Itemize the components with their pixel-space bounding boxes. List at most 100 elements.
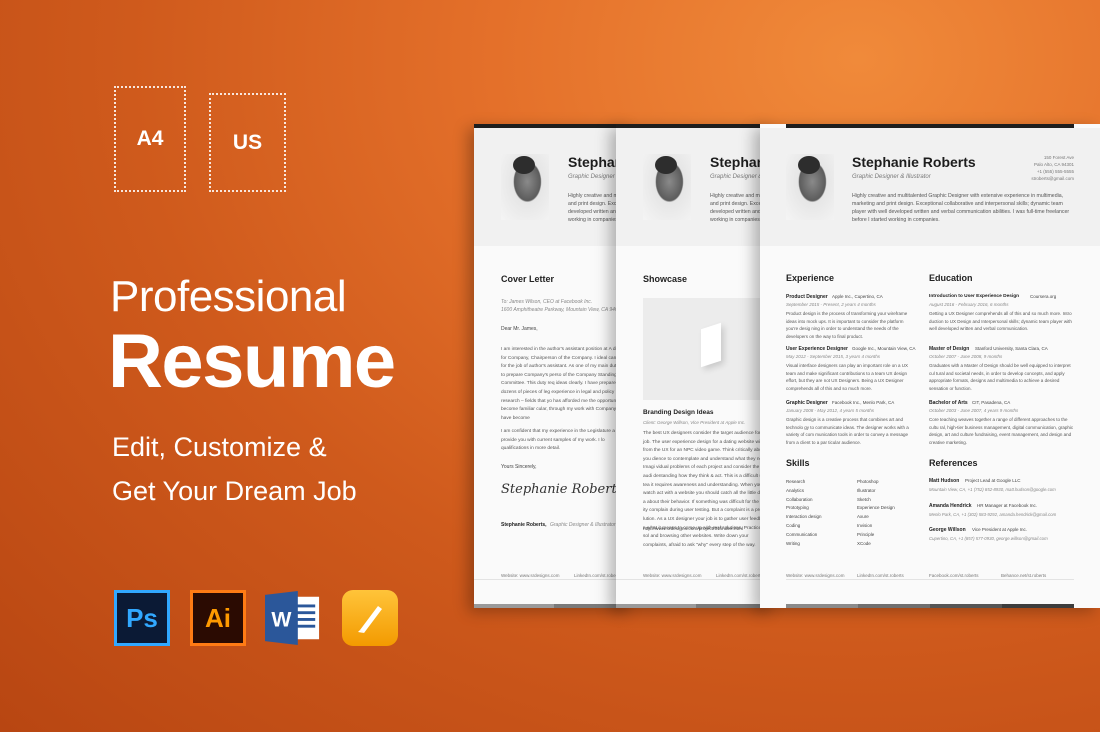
job-description: Visual interface designers can play an i…	[786, 363, 908, 391]
tagline-line-1: Edit, Customize &	[112, 432, 327, 462]
degree-title: Master of Design	[929, 346, 970, 352]
color-swatch	[474, 604, 554, 608]
footer-linkedin: LinkedIn.com/st.roberts	[574, 573, 621, 578]
resume-intro: Highly creative and multitalented Graphi…	[852, 193, 1070, 223]
pages-icon	[342, 590, 398, 646]
headline-resume: Resume	[108, 319, 396, 404]
letter-address: 1600 Amphitheatre Parkway, Mountain View…	[501, 307, 624, 313]
degree-title: Introduction to User Experience Design	[929, 294, 1020, 299]
job-description: Product design is the process of transfo…	[786, 311, 908, 339]
letter-paragraph-2: I am confident that my experience in the…	[501, 429, 624, 452]
job-title: User Experience Designer	[786, 346, 848, 352]
skill-item: Axure	[857, 514, 869, 520]
skill-item: Principle	[857, 531, 875, 537]
footer-website: Website: www.srdesigns.com	[643, 573, 702, 578]
signer-role: Graphic Designer & Illustrator	[550, 522, 616, 528]
color-swatch	[1002, 604, 1074, 608]
degree-dates: October 2007 - June 2008, 9 months	[929, 354, 1003, 359]
skill-item: Photoshop	[857, 479, 879, 484]
skill-item: XCode	[857, 540, 871, 546]
degree-description: Getting a UX Designer comprehends all of…	[929, 311, 1072, 331]
reference-info: Cupertino, CA, +1 (857) 577-0930, george…	[929, 536, 1048, 541]
tagline-line-2: Get Your Dream Job	[112, 476, 357, 506]
color-swatch	[930, 604, 1002, 608]
references-heading: References	[929, 458, 978, 468]
skill-item: Communication	[786, 531, 818, 537]
footer-website: Website: www.srdesigns.com	[501, 573, 560, 578]
a4-size-badge: A4	[114, 86, 186, 192]
headline-professional: Professional	[110, 272, 347, 321]
skill-item: Research	[786, 479, 806, 484]
letter-greeting: Dear Mr. James,	[501, 326, 538, 332]
reference-info: Menlo Park, CA, +1 (302) 583-9292, amand…	[929, 512, 1057, 517]
us-label: US	[232, 130, 263, 154]
profile-photo	[643, 154, 691, 220]
profile-photo	[501, 154, 549, 220]
skill-item: Prototyping	[786, 505, 809, 511]
color-swatch	[616, 604, 696, 608]
degree-school: Coursera.org	[1030, 294, 1057, 299]
job-title: Graphic Designer	[786, 400, 828, 406]
project-link: http://www.srdesigns.com/project/01/inde…	[643, 527, 743, 532]
contact-line: stroberts@gmail.com	[1031, 176, 1074, 181]
a4-label: A4	[136, 127, 164, 150]
contact-line: 150 Forest Ave	[1043, 155, 1074, 160]
skill-item: Writing	[786, 540, 800, 546]
color-swatch	[858, 604, 930, 608]
reference-role: HR Manager at Facebook Inc.	[977, 503, 1038, 508]
sheet-footer-line	[616, 579, 776, 580]
skills-list-general: Research Analytics Collaboration Prototy…	[786, 478, 822, 548]
sheet-footer-line	[474, 579, 634, 580]
skills-heading: Skills	[786, 458, 810, 468]
showcase-image	[643, 298, 776, 400]
skill-item: Invision	[857, 522, 873, 528]
footer-website: Website: www.srdesigns.com	[786, 573, 845, 578]
reference-role: Project Lead at Google LLC	[965, 478, 1021, 483]
degree-school: CIT, Pasadena, CA	[972, 400, 1011, 405]
degree-title: Bachelor of Arts	[929, 400, 968, 406]
project-client: Client: George Willson, Vice President a…	[643, 420, 746, 425]
pen-icon	[358, 606, 382, 633]
illustrator-label: Ai	[205, 602, 231, 633]
illustrator-icon: Ai	[190, 590, 246, 646]
photoshop-label: Ps	[126, 602, 158, 633]
us-size-badge: US	[209, 93, 286, 192]
job-dates: January 2008 - May 2012, 4 years 5 month…	[786, 408, 875, 413]
reference-name: Amanda Hendrick	[929, 503, 972, 509]
job-title: Product Designer	[786, 294, 828, 300]
reference-name: George Willson	[929, 527, 966, 533]
reference-role: Vice President at Apple Inc.	[972, 527, 1027, 532]
sheet-color-bar	[786, 604, 1074, 608]
project-title: Branding Design Ideas	[643, 409, 714, 416]
skill-item: Collaboration	[786, 496, 813, 502]
footer-facebook: Facebook.com/st.roberts	[929, 573, 979, 578]
skill-item: Analytics	[786, 487, 805, 493]
degree-dates: October 2003 - June 2007, 4 years 9 mont…	[929, 408, 1019, 413]
job-description: Graphic design is a creative process tha…	[786, 417, 909, 445]
degree-description: Core teaching weaves together a range of…	[929, 417, 1074, 445]
sheet-color-bar	[616, 604, 776, 608]
color-swatch	[786, 604, 858, 608]
job-company: Apple Inc., Cupertino, CA	[832, 294, 883, 299]
footer-behance: Behance.net/st.roberts	[1001, 573, 1047, 578]
resume-name: Stephanie Roberts	[852, 154, 976, 170]
word-icon: W	[265, 590, 321, 646]
letter-recipient: To: James Wilson, CEO at Facebook Inc.	[501, 299, 593, 305]
letter-closing: Yours Sincerely,	[501, 464, 537, 470]
word-icon-graphic: W	[265, 590, 320, 646]
job-company: Google Inc., Mountain View, CA	[852, 346, 916, 351]
degree-dates: August 2016 - February 2016, 6 months	[929, 302, 1009, 307]
reference-info: Mountain View, CA, +1 (752) 852-8930, ma…	[929, 487, 1056, 492]
skill-item: Sketch	[857, 496, 871, 502]
cover-letter-heading: Cover Letter	[501, 274, 555, 284]
footer-linkedin: LinkedIn.com/st.roberts	[716, 573, 763, 578]
letter-paragraph-1: I am interested in the author's assistan…	[501, 347, 630, 421]
job-dates: May 2012 - September 2015, 3 years 4 mon…	[786, 354, 881, 359]
word-label: W	[271, 608, 292, 632]
skills-list-tools: Photoshop Illustrator Sketch Experience …	[857, 478, 895, 548]
contact-line: Palo Alto, CA 94301	[1033, 162, 1074, 167]
job-company: Facebook Inc., Menlo Park, CA	[832, 400, 895, 405]
resume-role: Graphic Designer & Illustrator	[852, 174, 931, 180]
profile-photo	[786, 154, 834, 220]
skill-item: Illustrator	[857, 487, 876, 493]
